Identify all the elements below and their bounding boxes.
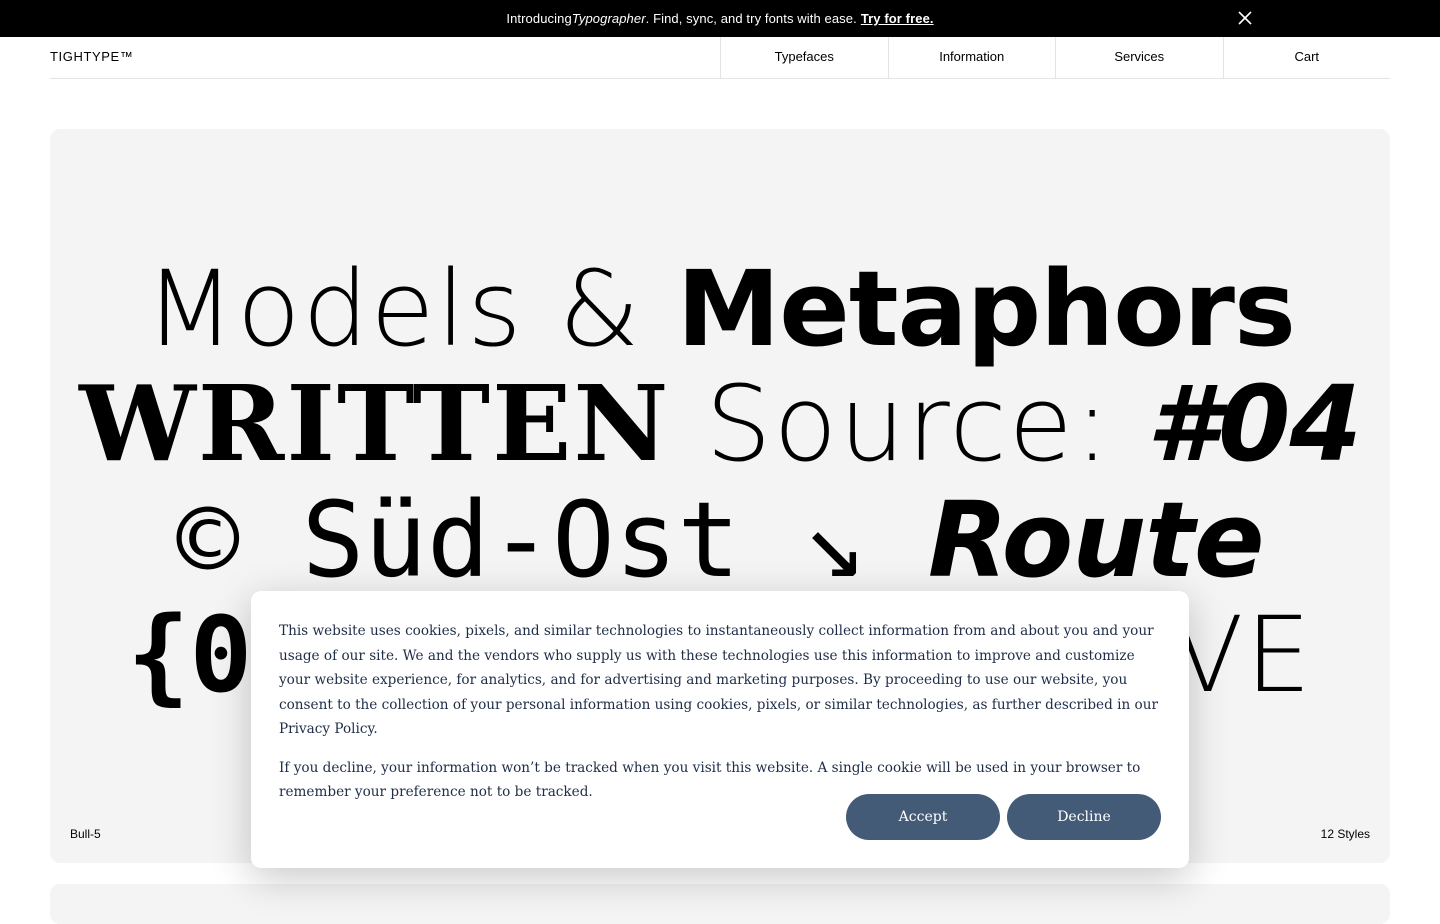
announcement-product: Typographer [571, 11, 646, 26]
nav-services[interactable]: Services [1055, 37, 1223, 78]
hero-text: Route [927, 479, 1265, 601]
nav-cart[interactable]: Cart [1222, 37, 1391, 78]
hero-line-2: WRITTEN Source: #04 [50, 372, 1390, 477]
hero-line-3: © Süd-Ost ↘ Route [50, 488, 1390, 593]
hero-text: #04 [1146, 363, 1362, 485]
hero-text: Source: [670, 363, 1147, 485]
cookie-consent-dialog: This website uses cookies, pixels, and s… [251, 591, 1189, 868]
hero-text: WRITTEN [79, 362, 671, 485]
styles-count: 12 Styles [1320, 827, 1370, 841]
cookie-text: This website uses cookies, pixels, and s… [279, 623, 1158, 713]
announcement-prefix: Introducing [506, 11, 572, 26]
accept-button[interactable]: Accept [846, 794, 1000, 840]
cookie-paragraph-1: This website uses cookies, pixels, and s… [279, 619, 1161, 742]
hero-text: Models & [145, 248, 677, 370]
close-icon[interactable] [1236, 9, 1254, 27]
nav-typefaces[interactable]: Typefaces [720, 37, 888, 78]
announcement-bar: Introducing Typographer . Find, sync, an… [0, 0, 1440, 37]
nav-information[interactable]: Information [887, 37, 1056, 78]
main-nav: Typefaces Information Services Cart [720, 37, 1390, 78]
hero-text: © Süd-Ost ↘ [176, 479, 928, 601]
try-for-free-link[interactable]: Try for free. [861, 11, 934, 26]
hero-text: Metaphors [676, 248, 1296, 370]
privacy-policy-link[interactable]: Privacy Policy [279, 721, 373, 737]
decline-button[interactable]: Decline [1007, 794, 1161, 840]
hero-text: VE [1172, 594, 1314, 716]
site-header: TIGHTYPE™ Typefaces Information Services… [50, 37, 1390, 79]
cookie-text: . [373, 721, 378, 737]
hero-line-1: Models & Metaphors [50, 257, 1390, 362]
next-typeface-card[interactable] [50, 884, 1390, 924]
logo[interactable]: TIGHTYPE™ [50, 49, 133, 64]
hero-text: {0 [126, 594, 253, 716]
font-name[interactable]: Bull-5 [70, 827, 101, 841]
announcement-suffix: . Find, sync, and try fonts with ease. [645, 11, 857, 26]
